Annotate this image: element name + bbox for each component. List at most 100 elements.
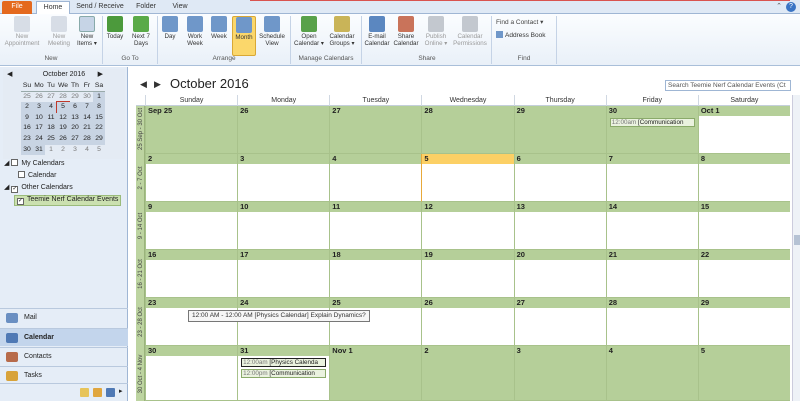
mini-cal-day[interactable]: 6 [69,102,81,113]
other-calendars-checkbox[interactable]: ✓ [11,186,19,193]
day-body[interactable] [606,308,698,345]
day-body[interactable] [146,356,238,400]
day-body[interactable] [330,260,422,297]
day-body[interactable] [146,116,238,153]
day-cell[interactable]: 30 [145,346,238,401]
day-cell[interactable]: Oct 1 [697,106,790,154]
day-body[interactable] [514,356,606,400]
mini-cal-day[interactable]: 18 [45,123,57,134]
day-body[interactable] [698,212,790,249]
day-cell[interactable]: 8 [697,154,790,202]
day-body[interactable] [698,308,790,345]
teemie-calendar-item[interactable]: ✓ Teemie Nerf Calendar Events [14,195,122,206]
day-body[interactable] [422,260,514,297]
day-cell[interactable]: 30 12:00am [Communication [605,106,698,154]
tab-home[interactable]: Home [36,1,70,14]
mini-cal-day[interactable]: 31 [33,144,45,156]
next-month-icon[interactable]: ▶ [154,79,161,90]
day-cell[interactable]: 17 [237,250,330,298]
day-cell[interactable]: Sep 25 [145,106,238,154]
day-cell[interactable]: Nov 1 [329,346,422,401]
mini-cal-day[interactable]: 28 [81,133,93,145]
day-body[interactable] [146,212,238,249]
day-body[interactable] [422,164,514,201]
mini-cal-day[interactable]: 27 [69,133,81,145]
mini-cal-day[interactable]: 26 [33,92,45,103]
day-cell[interactable]: 24 [237,298,330,346]
day-cell[interactable]: 27 [513,298,606,346]
day-body[interactable] [238,212,330,249]
my-calendars-group[interactable]: ◢ My Calendars [4,159,65,167]
mini-cal-day[interactable]: 17 [33,123,45,134]
mini-cal-day[interactable]: 27 [45,92,57,103]
publish-online-button[interactable]: Publish Online ▾ [422,16,450,54]
tab-folder[interactable]: Folder [130,1,162,14]
mini-cal-day[interactable]: 4 [81,145,93,156]
work-week-view-button[interactable]: Work Week [183,16,207,54]
day-body[interactable] [514,116,606,153]
calendar-event[interactable]: 12:00am [Communication [609,118,695,127]
nav-tasks[interactable]: Tasks [0,366,128,384]
day-cell[interactable]: 4 [605,346,698,401]
day-cell[interactable]: 28 [605,298,698,346]
mini-cal-day[interactable]: 3 [33,102,45,113]
calendar-permissions-button[interactable]: Calendar Permissions [452,16,488,54]
mini-cal-day[interactable]: 5 [56,101,70,114]
day-cell[interactable]: 15 [697,202,790,250]
mini-cal-day[interactable]: 29 [69,92,81,103]
mini-cal-day[interactable]: 5 [93,145,105,156]
month-view-button[interactable]: Month [232,16,256,56]
day-body[interactable] [606,212,698,249]
day-body[interactable] [698,260,790,297]
day-cell[interactable]: 11 [329,202,422,250]
notes-icon[interactable] [80,388,89,397]
next-7-days-button[interactable]: Next 7 Days [128,16,154,54]
day-cell[interactable]: 7 [605,154,698,202]
day-cell[interactable]: 6 [513,154,606,202]
calendar-event[interactable]: 12:00am [Physics Calenda [241,358,327,367]
day-cell[interactable]: 4 [329,154,422,202]
day-body[interactable] [146,260,238,297]
week-label[interactable]: 25 Sep - 30 Oct [136,106,145,154]
mini-cal-day[interactable]: 9 [21,112,33,124]
mini-cal-day[interactable]: 8 [93,102,105,113]
vertical-scrollbar[interactable] [792,95,800,401]
find-a-contact-field[interactable]: Find a Contact ▾ [496,18,543,26]
tab-file[interactable]: File [2,1,32,14]
mini-cal-day[interactable]: 21 [81,123,93,134]
day-body[interactable] [514,308,606,345]
day-body[interactable] [698,356,790,400]
mini-cal-day[interactable]: 19 [57,123,69,134]
day-body[interactable] [698,164,790,201]
teemie-calendar-checkbox[interactable]: ✓ [17,198,24,205]
day-body[interactable] [330,116,422,153]
day-cell[interactable]: 20 [513,250,606,298]
day-body[interactable] [514,212,606,249]
calendar-checkbox[interactable] [18,171,25,178]
day-body[interactable] [330,356,422,400]
minimize-ribbon-icon[interactable]: ⌃ [776,2,782,10]
week-label[interactable]: 23 - 28 Oct [136,298,145,346]
day-cell[interactable]: 28 [421,106,514,154]
mini-cal-day[interactable]: 16 [21,123,33,134]
other-calendars-group[interactable]: ◢ ✓ Other Calendars [4,183,73,193]
day-view-button[interactable]: Day [160,16,180,54]
day-cell[interactable]: 2 [421,346,514,401]
day-cell[interactable]: 25 [329,298,422,346]
address-book-button[interactable]: Address Book [496,31,545,39]
expand-icon[interactable]: ◢ [4,160,9,167]
today-button[interactable]: Today [104,16,126,54]
help-icon[interactable]: ? [786,2,796,12]
open-calendar-button[interactable]: Open Calendar ▾ [293,16,325,54]
week-label[interactable]: 30 Oct - 4 Nov [136,346,145,401]
day-body[interactable] [514,260,606,297]
mini-cal-day[interactable]: 22 [93,123,105,134]
day-body[interactable] [422,356,514,400]
day-cell[interactable]: 13 [513,202,606,250]
day-cell[interactable]: 3 [237,154,330,202]
day-cell[interactable]: 9 [145,202,238,250]
day-cell[interactable]: 12 [421,202,514,250]
expand-icon[interactable]: ◢ [4,184,9,191]
day-body[interactable] [606,164,698,201]
mini-cal-day[interactable]: 2 [57,145,69,156]
